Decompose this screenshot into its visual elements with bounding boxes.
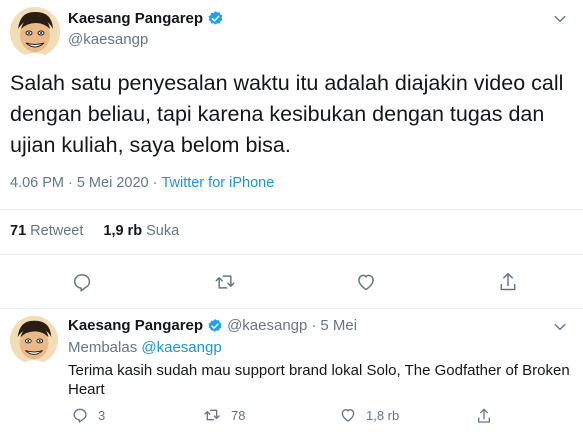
reply-icon <box>73 408 87 423</box>
reply-count: 3 <box>98 407 106 423</box>
author-name[interactable]: Kaesang Pangarep <box>68 10 203 27</box>
reply-author-line: Kaesang Pangarep @kaesangp · 5 Mei <box>68 317 357 334</box>
share-icon[interactable] <box>498 271 518 293</box>
replying-to-line: Membalas @kaesangp <box>68 339 222 356</box>
avatar[interactable] <box>10 316 58 364</box>
divider <box>0 209 583 210</box>
replying-to-link[interactable]: @kaesangp <box>141 339 221 356</box>
retweet-label: Retweet <box>30 223 84 239</box>
retweet-button[interactable]: 78 <box>203 407 245 423</box>
tweet-text: Salah satu penyesalan waktu itu adalah d… <box>10 71 564 157</box>
reply-date[interactable]: 5 Mei <box>320 317 357 334</box>
reply-button[interactable]: 3 <box>72 407 105 423</box>
reply-icon[interactable] <box>72 272 92 292</box>
retweet-icon <box>204 409 220 421</box>
avatar-caricature <box>10 7 60 57</box>
divider <box>0 308 583 309</box>
author-handle[interactable]: @kaesangp <box>68 31 148 48</box>
like-icon <box>341 409 355 422</box>
retweet-stat[interactable]: 71 Retweet <box>10 223 83 239</box>
verified-badge-icon <box>208 11 223 25</box>
tweet-meta: 4.06 PM · 5 Mei 2020 · Twitter for iPhon… <box>10 175 274 191</box>
tweet-date[interactable]: 5 Mei 2020 <box>77 175 149 191</box>
share-icon <box>478 408 490 423</box>
share-button[interactable] <box>476 407 492 425</box>
tweet-stats: 71 Retweet 1,9 rb Suka <box>10 223 179 239</box>
like-label: Suka <box>146 223 180 239</box>
chevron-down-icon[interactable] <box>553 320 567 334</box>
meta-separator: · <box>311 317 317 334</box>
retweet-icon[interactable] <box>214 272 236 292</box>
like-count: 1,8 rb <box>366 407 400 423</box>
replying-to-label: Membalas <box>68 339 138 356</box>
avatar[interactable] <box>10 7 60 57</box>
verified-badge-icon <box>208 318 222 332</box>
meta-separator: · <box>68 175 73 191</box>
author-handle[interactable]: @kaesangp <box>227 317 307 334</box>
chevron-down-icon[interactable] <box>553 12 567 26</box>
meta-separator: · <box>152 175 158 191</box>
like-button[interactable]: 1,8 rb <box>340 407 399 423</box>
tweet-time[interactable]: 4.06 PM <box>10 175 64 191</box>
retweet-count: 78 <box>231 407 246 423</box>
retweet-count: 71 <box>10 223 27 239</box>
divider <box>0 254 583 255</box>
reply-text: Terima kasih sudah mau support brand lok… <box>68 362 570 398</box>
like-count: 1,9 rb <box>103 223 143 239</box>
author-line: Kaesang Pangarep <box>68 10 224 27</box>
like-stat[interactable]: 1,9 rb Suka <box>103 223 179 239</box>
author-name[interactable]: Kaesang Pangarep <box>68 317 203 334</box>
like-icon[interactable] <box>356 272 376 292</box>
avatar-caricature <box>10 316 58 364</box>
tweet-source-link[interactable]: Twitter for iPhone <box>161 175 274 191</box>
